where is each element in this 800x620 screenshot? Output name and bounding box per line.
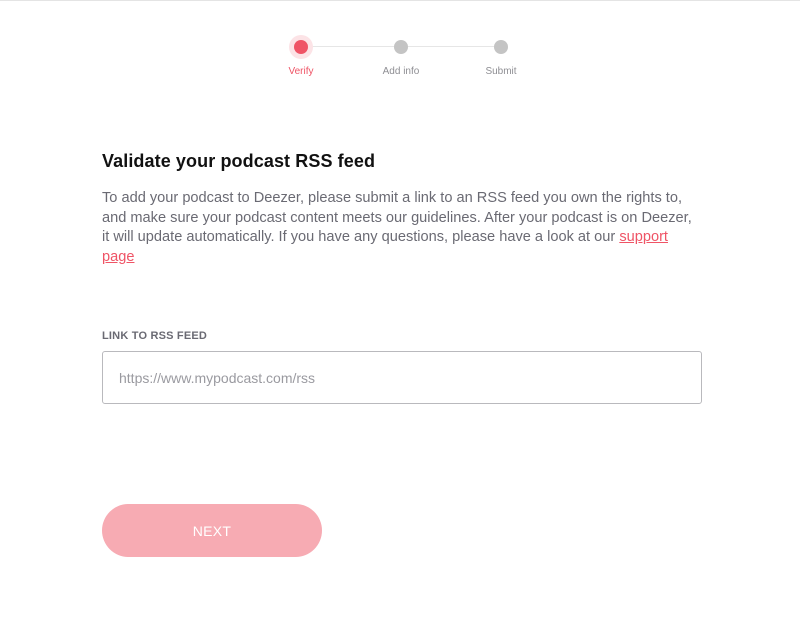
- description-text: To add your podcast to Deezer, please su…: [102, 189, 702, 267]
- step-verify-dot: [294, 40, 308, 54]
- next-button[interactable]: NEXT: [102, 504, 322, 557]
- step-add-info-halo: [389, 35, 413, 59]
- step-add-info-dot: [394, 40, 408, 54]
- progress-stepper: Verify Add info Submit: [251, 35, 551, 85]
- step-verify: Verify: [251, 35, 351, 77]
- step-submit-halo: [489, 35, 513, 59]
- step-verify-label: Verify: [288, 66, 314, 77]
- page: Verify Add info Submit Validate your pod…: [0, 0, 800, 620]
- step-submit-label: Submit: [485, 66, 517, 77]
- step-submit: Submit: [451, 35, 551, 77]
- step-verify-halo: [289, 35, 313, 59]
- rss-field-label: LINK TO RSS FEED: [102, 330, 208, 342]
- step-submit-dot: [494, 40, 508, 54]
- description-body: To add your podcast to Deezer, please su…: [102, 190, 692, 245]
- rss-feed-input[interactable]: [102, 351, 702, 404]
- page-title: Validate your podcast RSS feed: [102, 151, 376, 171]
- step-add-info: Add info: [351, 35, 451, 77]
- step-add-info-label: Add info: [382, 66, 420, 77]
